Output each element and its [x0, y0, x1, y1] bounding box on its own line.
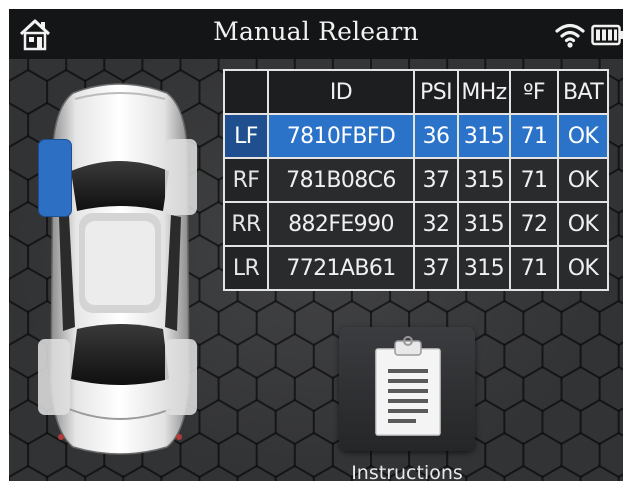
column-header-psi: PSI: [413, 69, 459, 115]
battery-icon: [591, 24, 623, 46]
cell-sensor-id: 882FE990: [267, 201, 415, 247]
wifi-icon: [555, 23, 585, 48]
column-header-mhz: MHz: [457, 69, 511, 115]
cell-psi: 37: [413, 245, 459, 291]
sensor-table: ID PSI MHz ºF BAT LF 7810FBFD 36 315 71 …: [223, 69, 609, 291]
cell-mhz: 315: [457, 245, 511, 291]
table-header-row: ID PSI MHz ºF BAT: [223, 69, 609, 115]
cell-sensor-id: 781B08C6: [267, 157, 415, 203]
cell-mhz: 315: [457, 157, 511, 203]
tire-left-front[interactable]: [38, 139, 72, 217]
cell-position: RR: [223, 201, 269, 247]
cell-temperature: 71: [509, 113, 559, 159]
cell-psi: 36: [413, 113, 459, 159]
cell-battery: OK: [557, 157, 609, 203]
cell-battery: OK: [557, 201, 609, 247]
instructions-label: Instructions: [351, 462, 463, 481]
column-header-battery: BAT: [557, 69, 609, 115]
cell-position: LR: [223, 245, 269, 291]
cell-sensor-id: 7810FBFD: [267, 113, 415, 159]
cell-temperature: 71: [509, 245, 559, 291]
column-header-id: ID: [267, 69, 415, 115]
table-row[interactable]: LF 7810FBFD 36 315 71 OK: [223, 113, 609, 159]
cell-battery: OK: [557, 245, 609, 291]
cell-battery: OK: [557, 113, 609, 159]
tire-right-rear[interactable]: [165, 339, 197, 415]
table-row[interactable]: RF 781B08C6 37 315 71 OK: [223, 157, 609, 203]
clipboard-icon: [375, 336, 441, 436]
instructions-button[interactable]: [339, 327, 475, 451]
table-row[interactable]: RR 882FE990 32 315 72 OK: [223, 201, 609, 247]
cell-temperature: 71: [509, 157, 559, 203]
device-screen: Manual Relearn ID PSI MHz ºF BAT LF 7810…: [9, 9, 623, 481]
table-row[interactable]: LR 7721AB61 37 315 71 OK: [223, 245, 609, 291]
tire-left-rear[interactable]: [38, 339, 70, 415]
page-title: Manual Relearn: [213, 17, 419, 46]
cell-mhz: 315: [457, 201, 511, 247]
cell-psi: 32: [413, 201, 459, 247]
cell-position: LF: [223, 113, 269, 159]
column-header-temperature: ºF: [509, 69, 559, 115]
cell-mhz: 315: [457, 113, 511, 159]
cell-temperature: 72: [509, 201, 559, 247]
tire-right-front[interactable]: [165, 139, 197, 215]
column-header-position: [223, 69, 269, 115]
header-bar: Manual Relearn: [9, 9, 623, 59]
cell-psi: 37: [413, 157, 459, 203]
cell-position: RF: [223, 157, 269, 203]
cell-sensor-id: 7721AB61: [267, 245, 415, 291]
main-content: ID PSI MHz ºF BAT LF 7810FBFD 36 315 71 …: [9, 59, 623, 481]
